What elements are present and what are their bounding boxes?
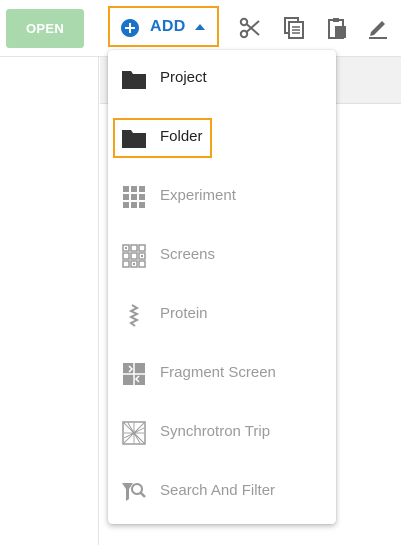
menu-item-label: Synchrotron Trip [160, 423, 271, 440]
menu-item-label: Fragment Screen [160, 364, 276, 381]
menu-item-label: Folder [160, 128, 203, 145]
content-divider [98, 57, 99, 545]
caret-up-icon [195, 24, 205, 30]
menu-item-label: Protein [160, 305, 208, 322]
edit-icon[interactable] [367, 17, 389, 39]
add-circle-icon [121, 19, 139, 37]
synchrotron-icon [122, 421, 146, 445]
menu-item-label: Experiment [160, 187, 236, 204]
copy-icon[interactable] [283, 17, 305, 39]
menu-item-project[interactable]: Project [108, 50, 336, 109]
grid-icon [123, 186, 145, 208]
menu-item-experiment[interactable]: Experiment [108, 168, 336, 227]
add-menu: Project Folder Experiment Screens Protei… [108, 50, 336, 524]
open-button[interactable]: OPEN [6, 9, 84, 48]
menu-item-label: Project [160, 69, 207, 86]
folder-icon [122, 71, 146, 89]
folder-icon [122, 130, 146, 148]
menu-item-screens[interactable]: Screens [108, 227, 336, 286]
fragment-screen-icon [123, 363, 145, 385]
menu-item-label: Search And Filter [160, 482, 276, 499]
menu-item-folder[interactable]: Folder [108, 109, 336, 168]
toolbar: OPEN ADD [0, 0, 401, 57]
search-filter-icon [122, 483, 146, 501]
menu-item-protein[interactable]: Protein [108, 286, 336, 345]
add-button-label: ADD [150, 18, 186, 35]
menu-item-fragment-screen[interactable]: Fragment Screen [108, 345, 336, 404]
paste-icon[interactable] [326, 17, 348, 39]
protein-icon [128, 304, 140, 327]
menu-item-label: Screens [160, 246, 216, 263]
menu-item-synchrotron-trip[interactable]: Synchrotron Trip [108, 404, 336, 463]
menu-item-search-and-filter[interactable]: Search And Filter [108, 463, 336, 522]
screens-icon [122, 244, 146, 268]
cut-icon[interactable] [239, 17, 261, 39]
add-button[interactable]: ADD [108, 6, 219, 47]
